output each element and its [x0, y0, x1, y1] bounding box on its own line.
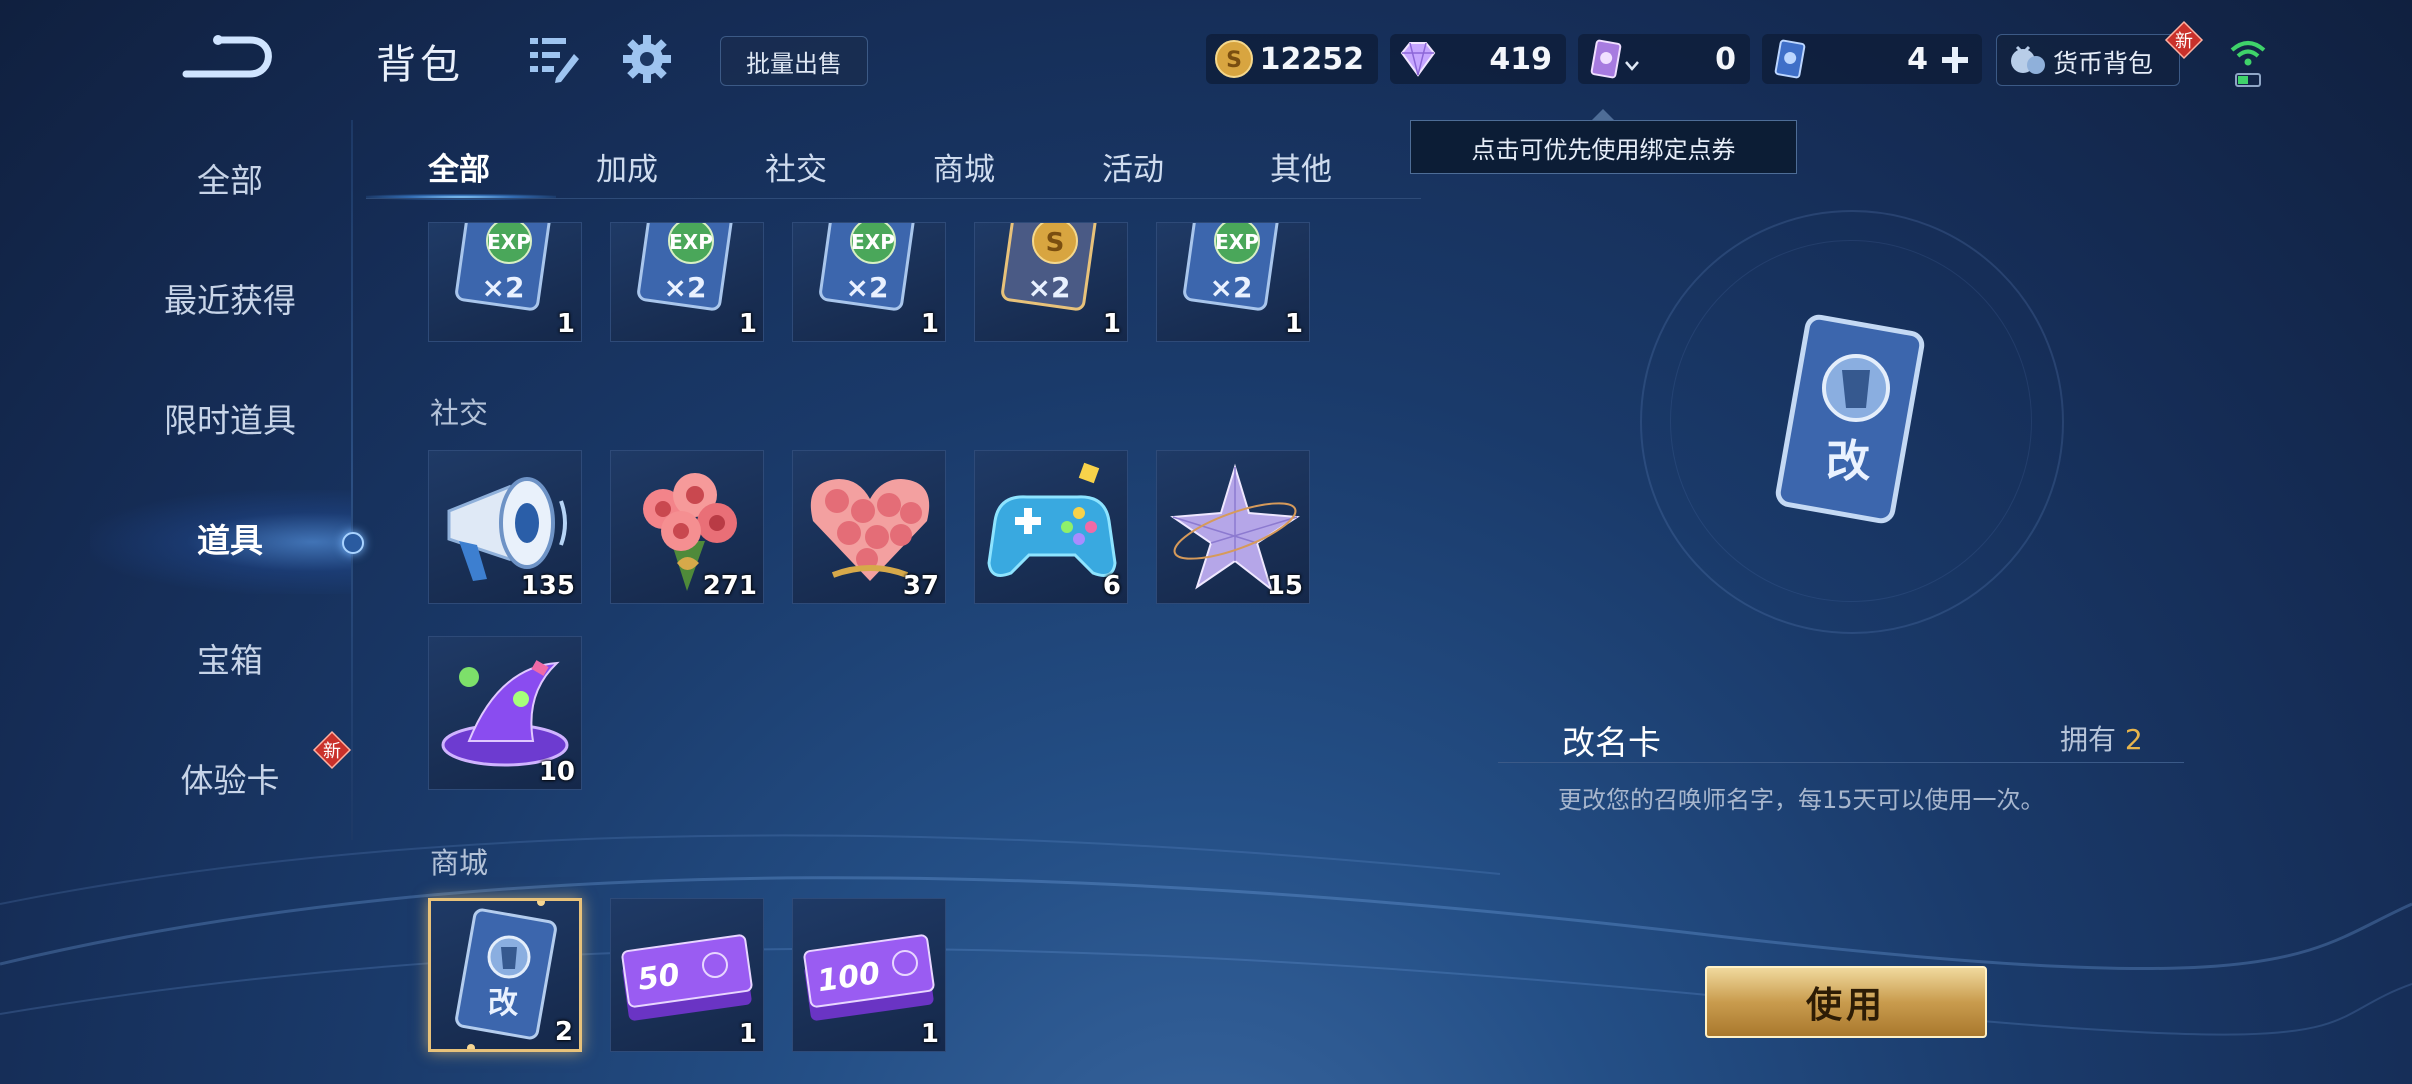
svg-text:×2: ×2	[1210, 271, 1253, 304]
diamond-icon	[1400, 42, 1436, 77]
item-count: 1	[920, 309, 939, 339]
currency-wallet-button[interactable]: 货币背包	[1996, 34, 2180, 86]
svg-text:×2: ×2	[664, 271, 707, 304]
svg-text:EXP: EXP	[851, 230, 895, 254]
diamond-currency: 419	[1390, 34, 1566, 84]
background-swoosh	[0, 834, 2412, 1036]
svg-text:S: S	[1046, 228, 1065, 258]
bulk-sell-button[interactable]: 批量出售	[720, 36, 868, 86]
grid-item[interactable]: EXP ×2 1	[1156, 222, 1310, 342]
grid-item-selected[interactable]: 改 2	[428, 898, 582, 1052]
rename-card-preview-icon: 改	[1775, 314, 1925, 524]
tab-divider	[366, 198, 1421, 199]
sidebar-item-limited[interactable]: 限时道具	[100, 391, 360, 451]
item-count: 2	[554, 1017, 573, 1047]
tab-other[interactable]: 其他	[1270, 144, 1332, 189]
svg-text:新: 新	[323, 741, 341, 762]
detail-divider	[1498, 762, 2184, 763]
grid-item[interactable]: 6	[974, 450, 1128, 604]
gold-coin-icon: S	[1215, 40, 1253, 78]
sidebar-item-chest[interactable]: 宝箱	[100, 631, 360, 691]
voucher-amount: 4	[1907, 41, 1928, 77]
grid-item[interactable]: EXP ×2 1	[792, 222, 946, 342]
back-button[interactable]	[178, 28, 283, 86]
svg-text:×2: ×2	[846, 271, 889, 304]
svg-text:改: 改	[488, 986, 518, 1021]
tab-event[interactable]: 活动	[1102, 144, 1164, 189]
plus-icon[interactable]	[1940, 45, 1970, 75]
detail-item-name: 改名卡	[1562, 723, 1661, 762]
sidebar-item-recent[interactable]: 最近获得	[100, 271, 360, 331]
grid-item[interactable]: 135	[428, 450, 582, 604]
voucher-tooltip: 点击可优先使用绑定点券	[1410, 109, 1797, 174]
wifi-battery-icon	[2230, 41, 2266, 87]
gold-amount: 12252	[1259, 41, 1364, 77]
grid-item[interactable]: 50 1	[610, 898, 764, 1052]
bound-voucher-currency[interactable]: 0	[1578, 34, 1750, 84]
item-count: 1	[920, 1019, 939, 1049]
item-count: 10	[538, 757, 575, 787]
edit-list-icon[interactable]	[526, 32, 580, 86]
selection-corner	[467, 1044, 475, 1049]
sidebar-item-all[interactable]: 全部	[100, 151, 360, 211]
use-button[interactable]: 使用	[1705, 966, 1987, 1038]
grid-item[interactable]: 15	[1156, 450, 1310, 604]
svg-text:×2: ×2	[482, 271, 525, 304]
svg-text:×2: ×2	[1028, 271, 1071, 304]
tab-social[interactable]: 社交	[765, 144, 827, 189]
grid-item[interactable]: S ×2 1	[974, 222, 1128, 342]
grid-item[interactable]: EXP ×2 1	[428, 222, 582, 342]
section-title-shop: 商城	[430, 846, 489, 880]
voucher-card-icon	[1774, 39, 1806, 79]
wallet-label: 货币背包	[2053, 49, 2154, 78]
item-count: 1	[556, 309, 575, 339]
svg-text:S: S	[1226, 48, 1242, 73]
tab-active-indicator	[366, 194, 556, 200]
gear-icon[interactable]	[620, 32, 674, 86]
item-count: 15	[1266, 571, 1303, 601]
item-count: 271	[702, 571, 757, 601]
gold-currency: S 12252	[1206, 34, 1378, 84]
item-count: 37	[902, 571, 939, 601]
tab-all[interactable]: 全部	[428, 144, 490, 189]
svg-text:EXP: EXP	[669, 230, 713, 254]
item-count: 135	[520, 571, 575, 601]
sidebar-item-props[interactable]: 道具	[100, 511, 360, 571]
section-title-social: 社交	[430, 396, 489, 430]
grid-item[interactable]: 10	[428, 636, 582, 790]
tab-boost[interactable]: 加成	[596, 144, 658, 189]
svg-text:EXP: EXP	[1215, 230, 1259, 254]
chevron-down-icon	[1625, 61, 1639, 71]
grid-item[interactable]: EXP ×2 1	[610, 222, 764, 342]
svg-text:新: 新	[2175, 31, 2193, 52]
detail-description: 更改您的召唤师名字，每15天可以使用一次。	[1558, 786, 2045, 814]
money-bag-icon	[2011, 45, 2045, 74]
new-badge: 新	[2164, 20, 2204, 60]
bound-voucher-icon	[1590, 39, 1622, 79]
tab-shop[interactable]: 商城	[933, 144, 995, 189]
item-count: 1	[1102, 309, 1121, 339]
svg-text:50: 50	[636, 957, 682, 997]
selection-corner	[537, 901, 545, 906]
item-count: 1	[738, 1019, 757, 1049]
grid-item[interactable]: 37	[792, 450, 946, 604]
detail-owned-count: 拥有 2	[2060, 723, 2143, 756]
voucher-currency: 4	[1762, 34, 1982, 84]
svg-text:EXP: EXP	[487, 230, 531, 254]
bound-voucher-amount: 0	[1715, 41, 1736, 77]
grid-item[interactable]: 271	[610, 450, 764, 604]
diamond-amount: 419	[1489, 41, 1552, 77]
item-count: 6	[1102, 571, 1121, 601]
item-count: 1	[1284, 309, 1303, 339]
svg-text:改: 改	[1826, 436, 1870, 487]
grid-item[interactable]: 100 1	[792, 898, 946, 1052]
item-count: 1	[738, 309, 757, 339]
page-title: 背包	[376, 42, 464, 88]
new-badge: 新	[312, 730, 352, 770]
